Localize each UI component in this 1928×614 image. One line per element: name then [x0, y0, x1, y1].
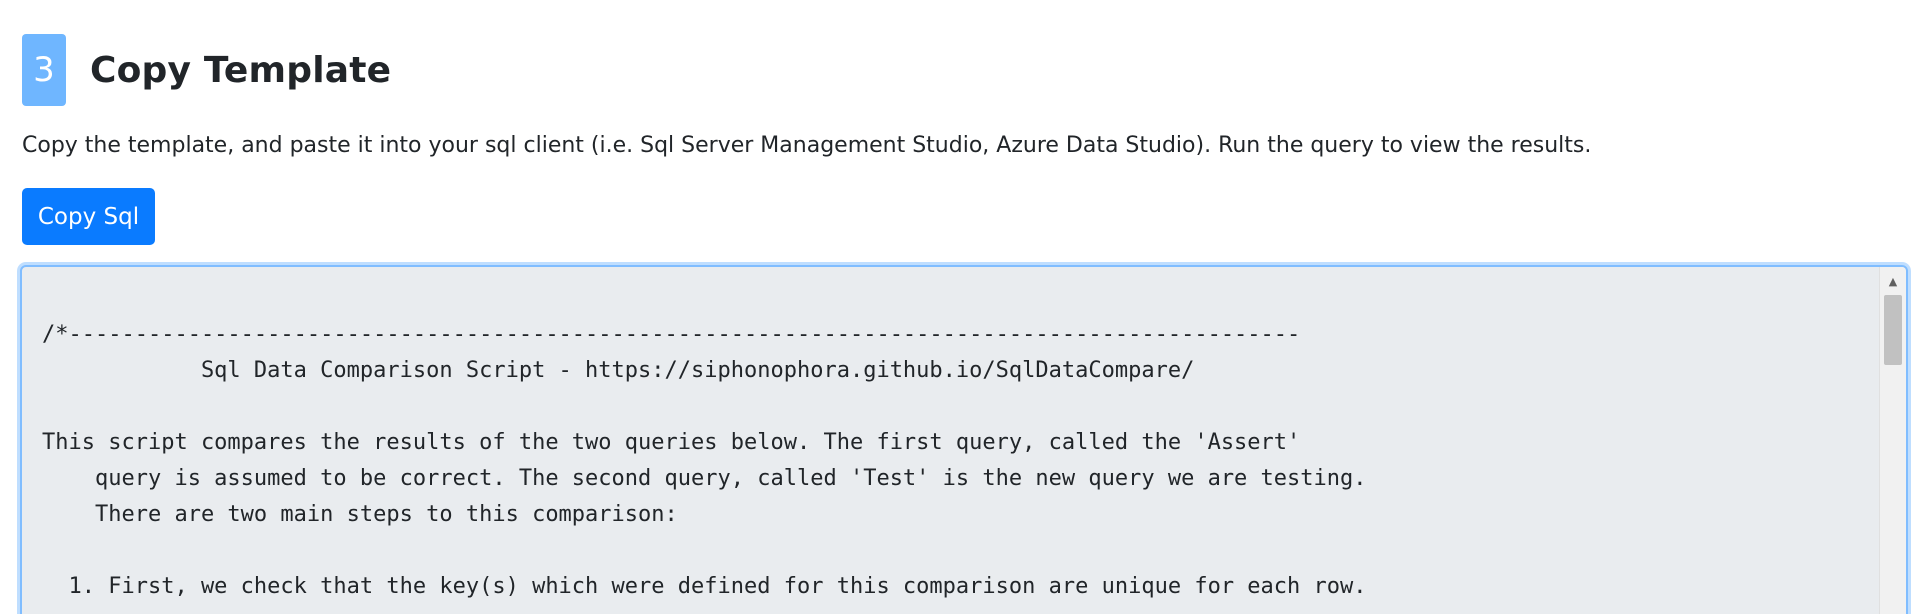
vertical-scrollbar[interactable]: ▲ — [1879, 267, 1906, 614]
sql-line: This script compares the results of the … — [42, 430, 1301, 455]
copy-sql-button[interactable]: Copy Sql — [22, 188, 155, 245]
step-number-badge: 3 — [22, 34, 66, 106]
sql-line: query is assumed to be correct. The seco… — [42, 466, 1367, 491]
scrollbar-thumb[interactable] — [1884, 295, 1902, 365]
triangle-up-icon[interactable]: ▲ — [1880, 273, 1906, 289]
sql-template-textarea[interactable]: /*--------------------------------------… — [20, 265, 1908, 614]
sql-line: 1. First, we check that the key(s) which… — [42, 574, 1367, 599]
sql-line: Sql Data Comparison Script - https://sip… — [42, 358, 1195, 383]
sql-line: There are two main steps to this compari… — [42, 502, 678, 527]
step-header: 3 Copy Template — [22, 34, 391, 106]
sql-template-content[interactable]: /*--------------------------------------… — [42, 317, 1367, 605]
step-title: Copy Template — [90, 49, 392, 91]
instructions-text: Copy the template, and paste it into you… — [22, 133, 1592, 158]
sql-line: /*--------------------------------------… — [42, 322, 1301, 347]
